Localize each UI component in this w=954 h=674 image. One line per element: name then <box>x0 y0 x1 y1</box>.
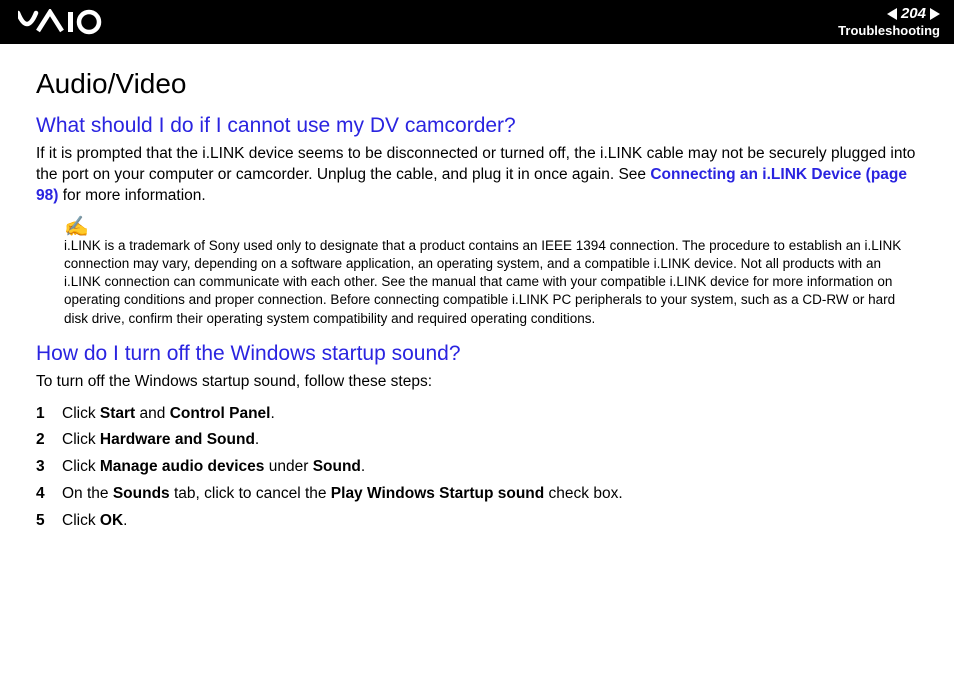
question-1-body: If it is prompted that the i.LINK device… <box>36 144 918 207</box>
step-4: On the Sounds tab, click to cancel the P… <box>36 483 918 505</box>
question-2-heading: How do I turn off the Windows startup so… <box>36 342 918 366</box>
step-2: Click Hardware and Sound. <box>36 429 918 451</box>
note-icon: ✍ <box>64 217 918 237</box>
vaio-logo <box>18 9 128 35</box>
note-block: ✍ i.LINK is a trademark of Sony used onl… <box>64 217 918 328</box>
question-1-heading: What should I do if I cannot use my DV c… <box>36 114 918 138</box>
step-1: Click Start and Control Panel. <box>36 403 918 425</box>
prev-page-icon[interactable] <box>887 8 897 20</box>
steps-list: Click Start and Control Panel. Click Har… <box>36 403 918 531</box>
question-2-intro: To turn off the Windows startup sound, f… <box>36 372 918 393</box>
note-text: i.LINK is a trademark of Sony used only … <box>64 237 918 328</box>
step-5: Click OK. <box>36 510 918 532</box>
page-title: Audio/Video <box>36 68 918 100</box>
next-page-icon[interactable] <box>930 8 940 20</box>
section-name: Troubleshooting <box>838 23 940 39</box>
header-bar: 204 Troubleshooting <box>0 0 954 44</box>
note-column: ✍ i.LINK is a trademark of Sony used onl… <box>64 217 918 328</box>
q1-text-after: for more information. <box>58 187 205 204</box>
page-number: 204 <box>901 5 926 23</box>
page-content: Audio/Video What should I do if I cannot… <box>0 44 954 560</box>
header-right: 204 Troubleshooting <box>838 5 940 39</box>
page-nav: 204 <box>838 5 940 23</box>
step-3: Click Manage audio devices under Sound. <box>36 456 918 478</box>
